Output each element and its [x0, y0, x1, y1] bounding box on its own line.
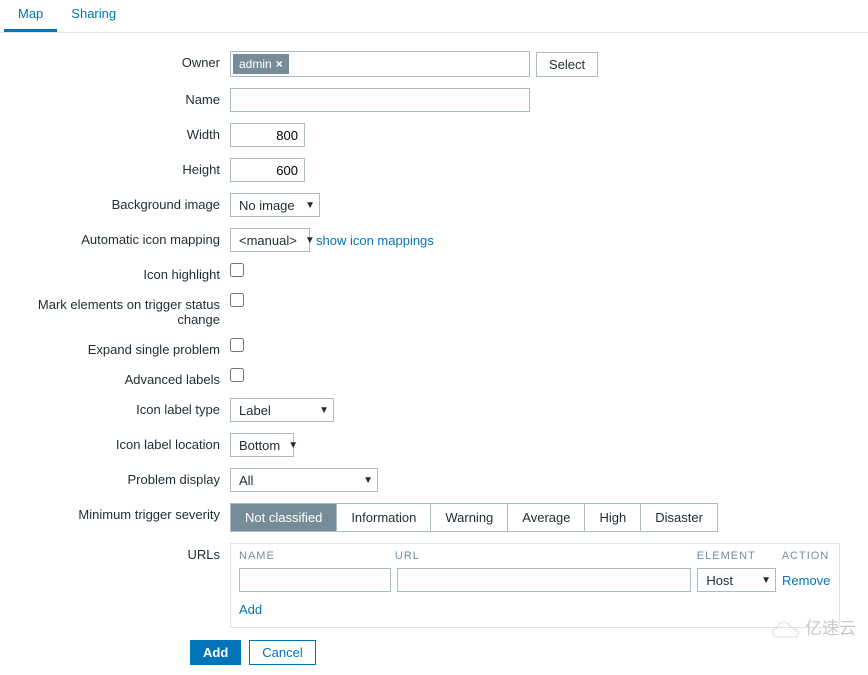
label-automap: Automatic icon mapping [10, 228, 230, 247]
severity-group: Not classified Information Warning Avera… [230, 503, 718, 532]
expand-checkbox[interactable] [230, 338, 244, 352]
caret-icon: ▼ [319, 405, 329, 416]
severity-information[interactable]: Information [337, 504, 431, 531]
icontype-select-value: Label [239, 403, 271, 418]
url-remove-link[interactable]: Remove [782, 573, 831, 588]
automap-select[interactable]: <manual> ▼ [230, 228, 310, 252]
severity-disaster[interactable]: Disaster [641, 504, 717, 531]
show-icon-mappings-link[interactable]: show icon mappings [316, 233, 434, 248]
label-markelems: Mark elements on trigger status change [10, 293, 230, 327]
label-icontype: Icon label type [10, 398, 230, 417]
urls-box: NAME URL ELEMENT ACTION Host ▼ Remove Ad… [230, 543, 840, 628]
owner-tag-remove-icon[interactable]: × [276, 57, 283, 71]
label-minsev: Minimum trigger severity [10, 503, 230, 522]
label-bg: Background image [10, 193, 230, 212]
caret-icon: ▼ [305, 235, 315, 246]
name-input[interactable] [230, 88, 530, 112]
iconloc-select[interactable]: Bottom ▼ [230, 433, 294, 457]
label-name: Name [10, 88, 230, 107]
iconloc-select-value: Bottom [239, 438, 280, 453]
urls-col-name-header: NAME [239, 550, 389, 562]
label-probdisp: Problem display [10, 468, 230, 487]
map-form: Owner admin × Select Name Width Height [0, 33, 868, 675]
caret-icon: ▼ [305, 200, 315, 211]
severity-high[interactable]: High [585, 504, 641, 531]
url-element-value: Host [706, 573, 733, 588]
urls-col-elem-header: ELEMENT [697, 550, 776, 562]
tab-sharing[interactable]: Sharing [57, 0, 130, 32]
caret-icon: ▼ [761, 575, 771, 586]
select-button[interactable]: Select [536, 52, 598, 77]
owner-tag-text: admin [239, 57, 272, 71]
label-highlight: Icon highlight [10, 263, 230, 282]
width-input[interactable] [230, 123, 305, 147]
urls-col-url-header: URL [395, 550, 691, 562]
label-expand: Expand single problem [10, 338, 230, 357]
label-iconloc: Icon label location [10, 433, 230, 452]
cancel-button[interactable]: Cancel [249, 640, 315, 665]
markelems-checkbox[interactable] [230, 293, 244, 307]
bg-select[interactable]: No image ▼ [230, 193, 320, 217]
automap-select-value: <manual> [239, 233, 297, 248]
url-url-input[interactable] [397, 568, 691, 592]
watermark-text: 亿速云 [805, 614, 856, 639]
probdisp-select-value: All [239, 473, 253, 488]
footer-buttons: Add Cancel [190, 640, 858, 665]
icontype-select[interactable]: Label ▼ [230, 398, 334, 422]
height-input[interactable] [230, 158, 305, 182]
label-urls: URLs [10, 543, 230, 562]
url-add-link[interactable]: Add [239, 602, 262, 617]
add-button[interactable]: Add [190, 640, 241, 665]
tab-map[interactable]: Map [4, 0, 57, 32]
probdisp-select[interactable]: All ▼ [230, 468, 378, 492]
urls-row: Host ▼ Remove [239, 568, 831, 592]
url-name-input[interactable] [239, 568, 391, 592]
caret-icon: ▼ [288, 440, 298, 451]
owner-input[interactable]: admin × [230, 51, 530, 77]
label-width: Width [10, 123, 230, 142]
label-owner: Owner [10, 51, 230, 70]
severity-warning[interactable]: Warning [431, 504, 508, 531]
advlabels-checkbox[interactable] [230, 368, 244, 382]
watermark: 亿速云 [771, 614, 856, 639]
caret-icon: ▼ [363, 475, 373, 486]
label-height: Height [10, 158, 230, 177]
bg-select-value: No image [239, 198, 295, 213]
severity-average[interactable]: Average [508, 504, 585, 531]
url-element-select[interactable]: Host ▼ [697, 568, 776, 592]
highlight-checkbox[interactable] [230, 263, 244, 277]
tabs: Map Sharing [0, 0, 868, 33]
urls-col-act-header: ACTION [782, 550, 831, 562]
severity-not-classified[interactable]: Not classified [231, 504, 337, 531]
cloud-icon [771, 616, 801, 638]
owner-tag: admin × [233, 54, 289, 74]
label-advlabels: Advanced labels [10, 368, 230, 387]
